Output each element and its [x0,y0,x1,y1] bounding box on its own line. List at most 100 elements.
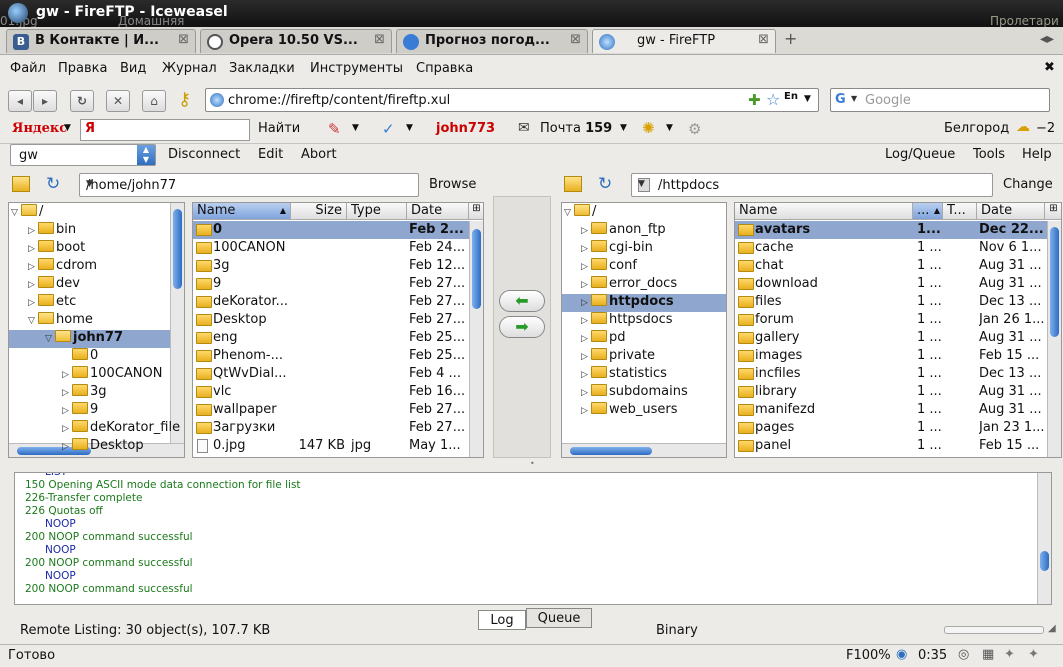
menu-history[interactable]: Журнал [162,61,217,76]
file-row[interactable]: 0.jpg 147 KB jpg May 1... [193,437,469,455]
file-row[interactable]: Загрузки Feb 27... [193,419,469,437]
gear-icon[interactable]: ⚙ [688,120,701,138]
file-row[interactable]: cache 1 ... Nov 6 1... [735,239,1047,257]
tree-item[interactable]: ▷ httpdocs [562,294,726,312]
addon-status-icon[interactable]: ◎ [958,647,969,662]
scroll-thumb[interactable] [1040,551,1049,571]
sun-icon[interactable]: ✺ [642,119,655,137]
yandex-user[interactable]: john773 [436,121,495,136]
collapsed-arrow-icon[interactable]: ▷ [581,352,591,362]
tree-item[interactable]: ▷ 3g [9,384,170,402]
col-header-name[interactable]: Name ▲ [193,203,291,220]
antivirus-icon[interactable]: ✎ [328,120,341,138]
menu-view[interactable]: Вид [120,61,146,76]
tree-item[interactable]: ▷ dev [9,276,170,294]
remote-files-vscroll[interactable] [1047,221,1061,457]
search-box[interactable]: G ▼ Google [830,88,1050,112]
tree-item[interactable]: 0 [9,348,170,366]
collapsed-arrow-icon[interactable]: ▷ [62,370,72,380]
col-header-size[interactable]: ... ▲ [913,203,943,220]
col-header-date[interactable]: Date [407,203,469,220]
expanded-arrow-icon[interactable]: ▽ [564,208,574,218]
column-picker-icon[interactable]: ⊞ [469,203,483,220]
collapsed-arrow-icon[interactable]: ▷ [28,226,38,236]
tree-item[interactable]: ▷ subdomains [562,384,726,402]
refresh-icon[interactable]: ↻ [46,174,60,194]
tree-item[interactable]: ▷ cgi-bin [562,240,726,258]
new-tab-icon[interactable]: + [784,29,797,48]
tree-item[interactable]: ▷ anon_ftp [562,222,726,240]
collapsed-arrow-icon[interactable]: ▷ [62,442,72,452]
remote-tree-hscroll[interactable] [562,443,726,457]
upload-button[interactable]: ➡ [499,316,545,338]
local-tree-vscroll[interactable] [170,203,184,443]
file-row[interactable]: manifezd 1 ... Aug 31 ... [735,401,1047,419]
file-row[interactable]: Phenom-... Feb 25... [193,347,469,365]
tree-item[interactable]: ▷ httpsdocs [562,312,726,330]
collapsed-arrow-icon[interactable]: ▷ [581,298,591,308]
file-row[interactable]: deKorator... Feb 27... [193,293,469,311]
refresh-icon[interactable]: ↻ [598,174,612,194]
find-button[interactable]: Найти [258,121,300,136]
close-icon[interactable]: ⊠ [178,32,189,47]
close-icon[interactable]: ⊠ [758,32,769,47]
collapsed-arrow-icon[interactable]: ▷ [28,244,38,254]
forward-button[interactable]: ▸ [33,90,57,112]
tree-item[interactable]: ▽ home [9,312,170,330]
check-icon[interactable]: ✓ [382,120,395,138]
file-row[interactable]: wallpaper Feb 27... [193,401,469,419]
col-header-type[interactable]: Type [347,203,407,220]
close-icon[interactable]: ⊠ [570,32,581,47]
tools-button[interactable]: Tools [973,147,1005,162]
bookmark-star-icon[interactable]: ☆ [766,90,780,109]
tab-opera[interactable]: Opera 10.50 VS... ⊠ [200,29,392,53]
tree-item[interactable]: ▷ private [562,348,726,366]
collapsed-arrow-icon[interactable]: ▷ [581,406,591,416]
file-row[interactable]: panel 1 ... Feb 15 ... [735,437,1047,455]
fireftp-status-icon[interactable]: ◉ [896,647,907,662]
weather-city[interactable]: Белгород [944,121,1009,136]
tree-item[interactable]: ▷ etc [9,294,170,312]
menu-file[interactable]: Файл [10,61,46,76]
chevron-down-icon[interactable]: ▼ [666,123,673,133]
menu-edit[interactable]: Правка [58,61,107,76]
col-header-date[interactable]: Date [977,203,1045,220]
reload-button[interactable]: ↻ [70,90,94,112]
tab-list-icon[interactable]: ◂▸ [1040,31,1054,47]
collapsed-arrow-icon[interactable]: ▷ [62,388,72,398]
help-button[interactable]: Help [1022,147,1052,162]
collapsed-arrow-icon[interactable]: ▷ [28,280,38,290]
tab-vkontakte[interactable]: B В Контакте | И... ⊠ [6,29,196,53]
home-button[interactable]: ⌂ [142,90,166,112]
collapsed-arrow-icon[interactable]: ▷ [28,262,38,272]
file-row[interactable]: eng Feb 25... [193,329,469,347]
expanded-arrow-icon[interactable]: ▽ [11,208,21,218]
host-spinner-icon[interactable]: ▲ ▼ [137,145,155,165]
file-row[interactable]: avatars 1... Dec 22... [735,221,1047,239]
abort-button[interactable]: Abort [301,147,337,162]
col-header-size[interactable]: Size [291,203,347,220]
yandex-search-input[interactable]: Я [80,119,250,141]
file-row[interactable]: 100CANON Feb 24... [193,239,469,257]
column-picker-icon[interactable]: ⊞ [1045,203,1061,220]
tree-item[interactable]: ▷ error_docs [562,276,726,294]
tree-item[interactable]: ▷ boot [9,240,170,258]
tree-item[interactable]: ▷ cdrom [9,258,170,276]
file-row[interactable]: 9 Feb 27... [193,275,469,293]
scroll-thumb[interactable] [173,209,182,289]
remote-file-list[interactable]: Name ... ▲ T... Date ⊞ avatars 1... Dec 22.… [734,202,1062,458]
tree-item[interactable]: ▷ 9 [9,402,170,420]
tree-item[interactable]: ▷ conf [562,258,726,276]
resize-grip-icon[interactable]: ◢ [1048,623,1056,634]
tree-item[interactable]: ▽ john77 [9,330,170,348]
close-window-icon[interactable]: ✖ [1044,60,1055,75]
chevron-down-icon[interactable]: ▼ [64,123,71,133]
url-bar[interactable]: chrome://fireftp/content/fireftp.xul ✚ ☆… [205,88,819,112]
file-row[interactable]: gallery 1 ... Aug 31 ... [735,329,1047,347]
edit-button[interactable]: Edit [258,147,283,162]
folder-up-icon[interactable] [12,176,30,192]
local-files-vscroll[interactable] [469,221,483,457]
search-engine-dropdown-icon[interactable]: ▼ [851,94,857,103]
close-icon[interactable]: ⊠ [374,32,385,47]
tree-item[interactable]: ▷ deKorator_file [9,420,180,438]
